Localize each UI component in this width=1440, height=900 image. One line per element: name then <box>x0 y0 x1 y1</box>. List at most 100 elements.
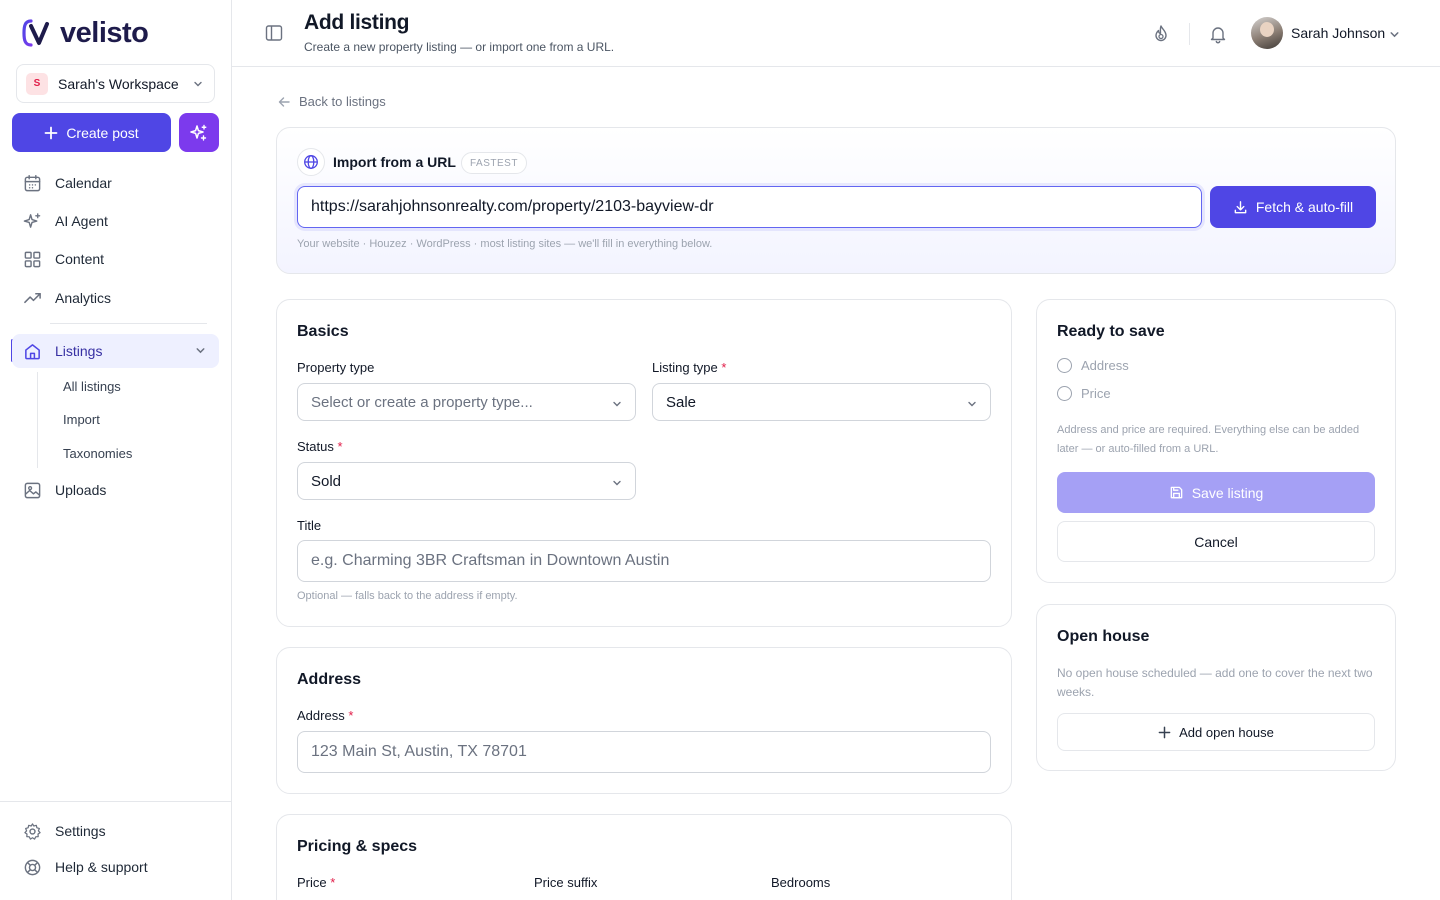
pricing-title: Pricing & specs <box>297 838 418 855</box>
chevron-down-icon[interactable] <box>194 344 207 357</box>
status-value: Sold <box>311 472 342 490</box>
listing-type-select[interactable]: Sale <box>652 383 991 421</box>
fastest-badge: FASTEST <box>461 152 527 174</box>
property-type-select[interactable]: Select or create a property type... <box>297 383 636 421</box>
trend-icon <box>24 292 41 303</box>
sidebar-footer-divider <box>0 801 231 802</box>
chevron-down-icon <box>613 480 621 486</box>
gear-icon <box>24 822 41 840</box>
import-hint: Your website · Houzez · WordPress · most… <box>297 238 713 250</box>
fetch-autofill-button[interactable]: Fetch & auto-fill <box>1210 186 1376 228</box>
property-type-label: Property type <box>297 360 375 375</box>
nav-label: Analytics <box>55 290 112 306</box>
open-house-card: Open house No open house scheduled — add… <box>1036 604 1396 771</box>
unchecked-circle-icon <box>1057 358 1072 373</box>
subnav-all-listings[interactable]: All listings <box>63 379 121 394</box>
nav-label: Settings <box>55 823 106 839</box>
user-name[interactable]: Sarah Johnson <box>1291 25 1385 41</box>
sidebar-toggle-icon[interactable] <box>265 24 283 42</box>
open-house-title: Open house <box>1057 628 1150 645</box>
property-type-placeholder: Select or create a property type... <box>311 393 533 411</box>
sparkles-icon <box>23 212 41 228</box>
nav-ai-agent[interactable]: AI Agent <box>12 204 219 238</box>
status-select[interactable]: Sold <box>297 462 636 500</box>
nav-help[interactable]: Help & support <box>12 850 219 884</box>
sparkles-icon <box>190 124 207 141</box>
logo-mark-icon <box>22 19 49 47</box>
listing-type-value: Sale <box>666 393 697 411</box>
flame-icon[interactable] <box>1151 24 1171 44</box>
avatar[interactable] <box>1251 17 1283 49</box>
back-label: Back to listings <box>299 94 386 109</box>
title-label: Title <box>297 518 322 533</box>
status-label: Status * <box>297 439 343 454</box>
add-open-house-label: Add open house <box>1179 724 1274 740</box>
nav-label: Calendar <box>55 175 112 191</box>
address-input[interactable]: 123 Main St, Austin, TX 78701 <box>297 731 991 773</box>
logo[interactable]: velisto <box>22 16 149 50</box>
basics-title: Basics <box>297 323 349 340</box>
calendar-icon <box>24 174 41 191</box>
workspace-switcher[interactable]: S Sarah's Workspace <box>16 64 215 103</box>
import-title: Import from a URL <box>333 154 456 170</box>
url-input[interactable]: https://sarahjohnsonrealty.com/property/… <box>297 186 1202 228</box>
arrow-left-icon <box>278 96 290 107</box>
create-post-label: Create post <box>66 124 139 141</box>
requirement-address: Address <box>1057 358 1129 373</box>
header-separator <box>1189 23 1190 45</box>
save-listing-button[interactable]: Save listing <box>1057 472 1375 513</box>
globe-icon <box>297 148 325 176</box>
add-open-house-button[interactable]: Add open house <box>1057 713 1375 751</box>
lifebuoy-icon <box>24 859 41 875</box>
download-icon <box>1234 200 1247 213</box>
nav-settings[interactable]: Settings <box>12 814 219 848</box>
create-post-button[interactable]: Create post <box>12 113 171 152</box>
ready-title: Ready to save <box>1057 323 1165 340</box>
image-icon <box>24 482 41 498</box>
submenu-guide <box>37 372 38 468</box>
nav-analytics[interactable]: Analytics <box>12 281 219 315</box>
logo-text: velisto <box>60 16 149 49</box>
subnav-import[interactable]: Import <box>63 412 100 427</box>
chevron-down-icon <box>194 81 202 86</box>
price-label: Price * <box>297 875 336 890</box>
subnav-taxonomies[interactable]: Taxonomies <box>63 446 132 461</box>
nav-uploads[interactable]: Uploads <box>12 473 219 507</box>
nav-listings[interactable]: Listings <box>12 334 219 368</box>
title-input[interactable]: e.g. Charming 3BR Craftsman in Downtown … <box>297 540 991 582</box>
plus-icon <box>44 126 58 139</box>
save-icon <box>1170 486 1183 499</box>
home-icon <box>25 343 40 359</box>
nav-content[interactable]: Content <box>12 242 219 276</box>
basics-card: Basics Property type Select or create a … <box>276 299 1012 627</box>
ready-to-save-card: Ready to save Address Price Address and … <box>1036 299 1396 583</box>
fetch-label: Fetch & auto-fill <box>1255 199 1354 215</box>
unchecked-circle-icon <box>1057 386 1072 401</box>
grid-icon <box>24 251 41 267</box>
chevron-down-icon[interactable] <box>1388 28 1401 41</box>
bedrooms-label: Bedrooms <box>771 875 831 890</box>
nav-calendar[interactable]: Calendar <box>12 166 219 200</box>
bell-icon[interactable] <box>1208 24 1228 44</box>
cancel-button[interactable]: Cancel <box>1057 521 1375 562</box>
listing-type-label: Listing type * <box>652 360 727 375</box>
chevron-down-icon <box>968 401 976 407</box>
ready-note: Address and price are required. Everythi… <box>1057 424 1360 455</box>
address-card: Address Address * 123 Main St, Austin, T… <box>276 647 1012 794</box>
title-help: Optional — falls back to the address if … <box>297 590 518 602</box>
nav-label: Help & support <box>55 859 148 875</box>
import-url-card: Import from a URL FASTEST https://sarahj… <box>276 127 1396 274</box>
back-to-listings-link[interactable]: Back to listings <box>277 94 386 109</box>
requirement-price: Price <box>1057 386 1111 401</box>
pricing-card: Pricing & specs Price * Price suffix Bed… <box>276 814 1012 900</box>
top-header: Add listing Create a new property listin… <box>232 0 1440 67</box>
nav-label: Listings <box>55 343 103 359</box>
page-title: Add listing <box>304 11 410 34</box>
ai-magic-button[interactable] <box>179 113 219 152</box>
sidebar: velisto S Sarah's Workspace Create post … <box>0 0 232 900</box>
price-suffix-label: Price suffix <box>534 875 598 890</box>
workspace-name: Sarah's Workspace <box>58 75 179 92</box>
plus-icon <box>1158 726 1171 738</box>
page-subtitle: Create a new property listing — or impor… <box>304 40 615 54</box>
address-label: Address * <box>297 708 354 723</box>
